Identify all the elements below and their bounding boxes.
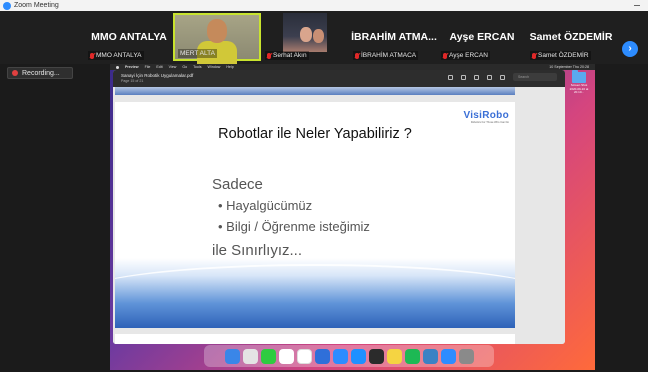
desktop-file-label: Screen Shot 2020-09-10 at 20.10... <box>569 83 589 94</box>
participant-tile[interactable]: Ayşe ERCAN Ayşe ERCAN <box>438 13 526 61</box>
menu-item[interactable]: Tools <box>193 65 201 69</box>
minimize-button[interactable] <box>634 5 640 6</box>
presentation-slide: VisiRobo Robotics For Those Who Can Do R… <box>115 102 515 328</box>
rotate-icon[interactable] <box>500 75 505 80</box>
notes-icon[interactable] <box>386 348 402 364</box>
menu-item[interactable]: Preview <box>125 65 139 69</box>
participant-name: MERT ALTA <box>180 50 215 57</box>
slide-title: Robotlar ile Neler Yapabiliriz ? <box>218 126 412 142</box>
slide-bullet: • Hayalgücümüz <box>218 198 313 213</box>
slide-bullet: • Bilgi / Öğrenme isteğimiz <box>218 219 370 234</box>
shared-screen: Recording... Preview File Edit View Go T… <box>0 64 648 372</box>
participant-tile-active-speaker[interactable]: MERT ALTA <box>173 13 261 65</box>
window-title: Zoom Meeting <box>14 2 59 9</box>
next-slide-edge <box>115 334 515 344</box>
document-view: VisiRobo Robotics For Those Who Can Do R… <box>113 87 565 344</box>
mic-muted-icon <box>355 52 359 59</box>
spotify-icon[interactable] <box>404 348 420 364</box>
title-bar: Zoom Meeting <box>0 0 648 11</box>
participant-tile[interactable]: İBRAHİM ATMA... İBRAHİM ATMACA <box>350 13 438 61</box>
folder-icon <box>572 70 586 83</box>
page-info: Page 15 of 21 <box>121 79 144 83</box>
participant-name-label: MMO ANTALYA <box>88 51 144 60</box>
preview-tools <box>448 75 505 80</box>
participant-name: Ayşe ERCAN <box>449 52 488 59</box>
mic-muted-icon <box>443 52 447 59</box>
record-dot-icon <box>12 70 18 76</box>
participant-display-name: Samet ÖZDEMİR <box>529 31 613 43</box>
participant-strip: MMO ANTALYA MMO ANTALYA MERT ALTA Serhat… <box>0 11 648 65</box>
menu-bar-clock: 10 September Thu 20:28 <box>549 65 589 69</box>
slide-text-line: ile Sınırlıyız... <box>212 242 303 259</box>
mac-dock <box>204 345 494 367</box>
previous-slide-edge <box>115 87 515 95</box>
participant-name-label: Ayşe ERCAN <box>441 51 490 60</box>
menu-item[interactable]: Edit <box>156 65 162 69</box>
mic-muted-icon <box>267 52 271 59</box>
participant-name-label: İBRAHİM ATMACA <box>353 51 419 60</box>
calendar-icon[interactable] <box>296 348 312 364</box>
participant-name-label: Serhat Akın <box>265 51 309 60</box>
logo-text: VisiRobo <box>463 110 509 121</box>
document-name: Sanayi İçin Robotik Uygulamalar.pdf <box>121 73 194 78</box>
participant-name: Serhat Akın <box>273 52 307 59</box>
markup-icon[interactable] <box>487 75 492 80</box>
participant-name-label: MERT ALTA <box>178 49 217 58</box>
trash-icon[interactable] <box>458 348 474 364</box>
participant-name: İBRAHİM ATMACA <box>361 52 417 59</box>
participant-name: MMO ANTALYA <box>96 52 142 59</box>
mail-icon[interactable] <box>440 348 456 364</box>
mic-muted-icon <box>532 52 536 59</box>
zoom-logo-icon <box>3 1 11 10</box>
messages-icon[interactable] <box>260 348 276 364</box>
mic-muted-icon <box>90 52 94 59</box>
zoom-out-icon[interactable] <box>448 75 453 80</box>
safari-icon[interactable] <box>350 348 366 364</box>
shared-mac-desktop: Preview File Edit View Go Tools Window H… <box>110 64 595 370</box>
participant-tile[interactable]: MMO ANTALYA MMO ANTALYA <box>85 13 173 61</box>
finder-icon[interactable] <box>224 348 240 364</box>
slide-wave-decoration <box>115 258 515 328</box>
zoom-window: Zoom Meeting MMO ANTALYA MMO ANTALYA MER… <box>0 0 648 372</box>
logo-tagline: Robotics For Those Who Can Do <box>470 121 509 124</box>
zoom-icon[interactable] <box>332 348 348 364</box>
terminal-icon[interactable] <box>368 348 384 364</box>
participant-name: Samet ÖZDEMİR <box>538 52 589 59</box>
visirobo-logo: VisiRobo Robotics For Those Who Can Do <box>463 110 509 124</box>
launchpad-icon[interactable] <box>242 348 258 364</box>
recording-indicator[interactable]: Recording... <box>7 67 73 79</box>
search-input[interactable]: Search <box>513 73 557 81</box>
slide-text-line: Sadece <box>212 176 263 193</box>
participant-video <box>283 13 327 52</box>
participant-tile[interactable] <box>283 13 327 52</box>
recording-label: Recording... <box>22 69 60 77</box>
next-page-button[interactable]: › <box>622 41 638 57</box>
menu-item[interactable]: Window <box>208 65 221 69</box>
desktop-file[interactable]: Screen Shot 2020-09-10 at 20.10... <box>567 70 591 94</box>
participant-display-name: İBRAHİM ATMA... <box>351 31 437 43</box>
preview-window: Sanayi İçin Robotik Uygulamalar.pdf Page… <box>113 70 565 344</box>
facetime-icon[interactable] <box>314 348 330 364</box>
menu-item[interactable]: Help <box>226 65 233 69</box>
photos-icon[interactable] <box>278 348 294 364</box>
participant-display-name: MMO ANTALYA <box>91 31 167 43</box>
share-icon[interactable] <box>474 75 479 80</box>
preview-toolbar: Sanayi İçin Robotik Uygulamalar.pdf Page… <box>113 70 565 87</box>
preview-icon[interactable] <box>422 348 438 364</box>
zoom-in-icon[interactable] <box>461 75 466 80</box>
participant-display-name: Ayşe ERCAN <box>449 31 515 43</box>
participant-tile[interactable]: Samet ÖZDEMİR Samet ÖZDEMİR <box>527 13 615 61</box>
participant-name-label: Samet ÖZDEMİR <box>530 51 591 60</box>
menu-item[interactable]: View <box>169 65 177 69</box>
apple-icon <box>116 65 119 69</box>
menu-item[interactable]: File <box>145 65 151 69</box>
menu-item[interactable]: Go <box>182 65 187 69</box>
